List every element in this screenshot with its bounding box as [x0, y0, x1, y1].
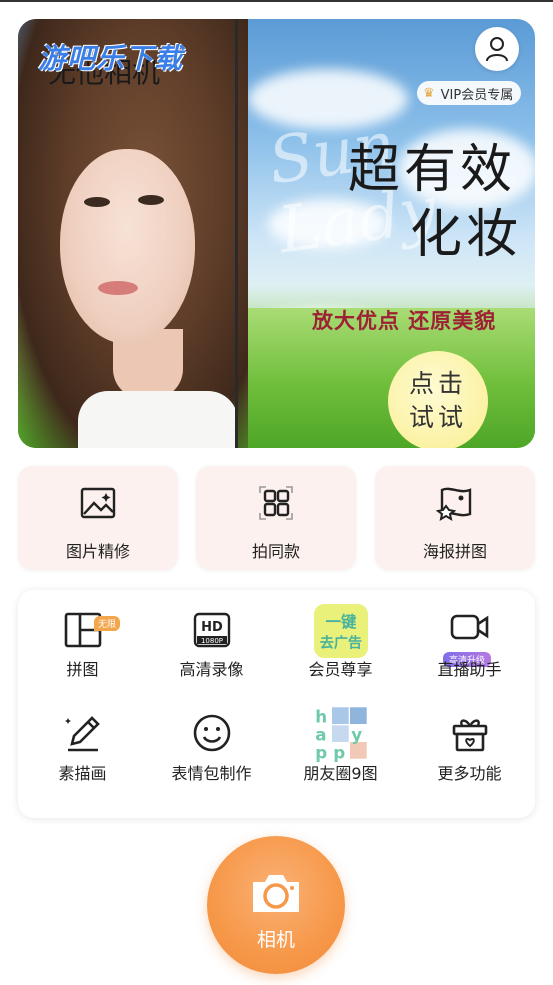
free-tag: 无限	[94, 616, 121, 631]
banner-tagline: 放大优点 还原美貌	[312, 308, 497, 333]
portrait-lips	[98, 281, 138, 295]
camera-icon	[253, 875, 299, 912]
vip-adfree-icon: 一键 去广告	[314, 604, 368, 658]
crown-icon: ♛	[423, 85, 435, 101]
try-now-button[interactable]: 点击 试试	[388, 351, 488, 448]
gift-box-icon	[452, 719, 488, 752]
tool-collage[interactable]: 无限 拼图	[18, 598, 147, 698]
feature-shoot-same[interactable]: 拍同款	[196, 466, 356, 570]
poster-icon	[436, 487, 472, 522]
tool-live-assistant[interactable]: 高清升级 直播助手	[405, 598, 534, 698]
tool-label: 高清录像	[179, 660, 244, 679]
image-edit-icon	[80, 487, 116, 519]
feature-label: 海报拼图	[422, 542, 487, 561]
grid-frame-icon	[259, 486, 293, 520]
tool-label: 朋友圈9图	[303, 764, 378, 783]
svg-text:a: a	[315, 725, 326, 745]
feature-label: 图片精修	[65, 542, 130, 561]
feature-image-retouch[interactable]: 图片精修	[18, 466, 178, 570]
feature-poster-collage[interactable]: 海报拼图	[375, 466, 535, 570]
feature-label: 拍同款	[251, 542, 300, 561]
camera-button[interactable]: 相机	[207, 836, 345, 974]
tool-moments-9grid[interactable]: h a p p y 朋友圈9图	[276, 702, 405, 802]
hd-video-icon: HD 1080P	[193, 612, 231, 648]
try-now-label-1: 点击	[408, 369, 467, 398]
tool-sketch[interactable]: 素描画	[18, 702, 147, 802]
tool-label: 表情包制作	[171, 764, 252, 783]
tool-vip-adfree[interactable]: 一键 去广告 会员尊享	[276, 598, 405, 698]
tool-label: 拼图	[66, 660, 99, 679]
camera-label: 相机	[256, 929, 295, 951]
adfree-tag-2: 去广告	[320, 635, 362, 652]
nine-grid-icon: h a p p y	[315, 707, 367, 762]
smiley-icon	[193, 714, 231, 752]
vip-badge-label: VIP会员专属	[440, 87, 514, 103]
svg-text:h: h	[315, 707, 327, 727]
watermark: 游吧乐下载	[38, 42, 184, 75]
promo-banner[interactable]: Sun Lady 超有效 化妆 放大优点 还原美貌 点击 试试 ♛ VIP会员专…	[18, 19, 535, 448]
portrait-eye	[84, 197, 110, 207]
portrait-eye	[138, 195, 164, 205]
svg-text:HD: HD	[201, 620, 223, 635]
tool-sticker-maker[interactable]: 表情包制作	[147, 702, 276, 802]
tool-label: 素描画	[58, 764, 107, 783]
portrait-shirt	[78, 391, 238, 448]
user-icon	[486, 37, 508, 62]
status-divider	[0, 0, 553, 2]
tool-more[interactable]: 更多功能	[405, 702, 534, 802]
tool-label: 直播助手	[437, 660, 502, 679]
adfree-tag-1: 一键	[326, 612, 357, 631]
tool-hd-video[interactable]: HD 1080P 高清录像	[147, 598, 276, 698]
tool-label: 会员尊享	[308, 660, 373, 679]
tools-panel: 无限 拼图 HD 1080P 高清录像 一键 去广告 会员尊享 高清升级 直播助…	[18, 590, 535, 818]
tool-label: 更多功能	[437, 764, 502, 783]
pencil-icon	[65, 716, 100, 752]
try-now-label-2: 试试	[408, 403, 467, 432]
compare-divider[interactable]	[235, 19, 238, 448]
user-profile-button[interactable]	[475, 27, 519, 71]
resolution-tag: 1080P	[201, 637, 223, 645]
svg-text:y: y	[351, 725, 362, 745]
portrait-face	[60, 149, 195, 344]
banner-headline-2: 化妆	[410, 205, 523, 265]
banner-headline-1: 超有效	[348, 140, 517, 200]
live-camera-icon	[450, 614, 489, 640]
vip-badge: ♛ VIP会员专属	[417, 81, 522, 105]
